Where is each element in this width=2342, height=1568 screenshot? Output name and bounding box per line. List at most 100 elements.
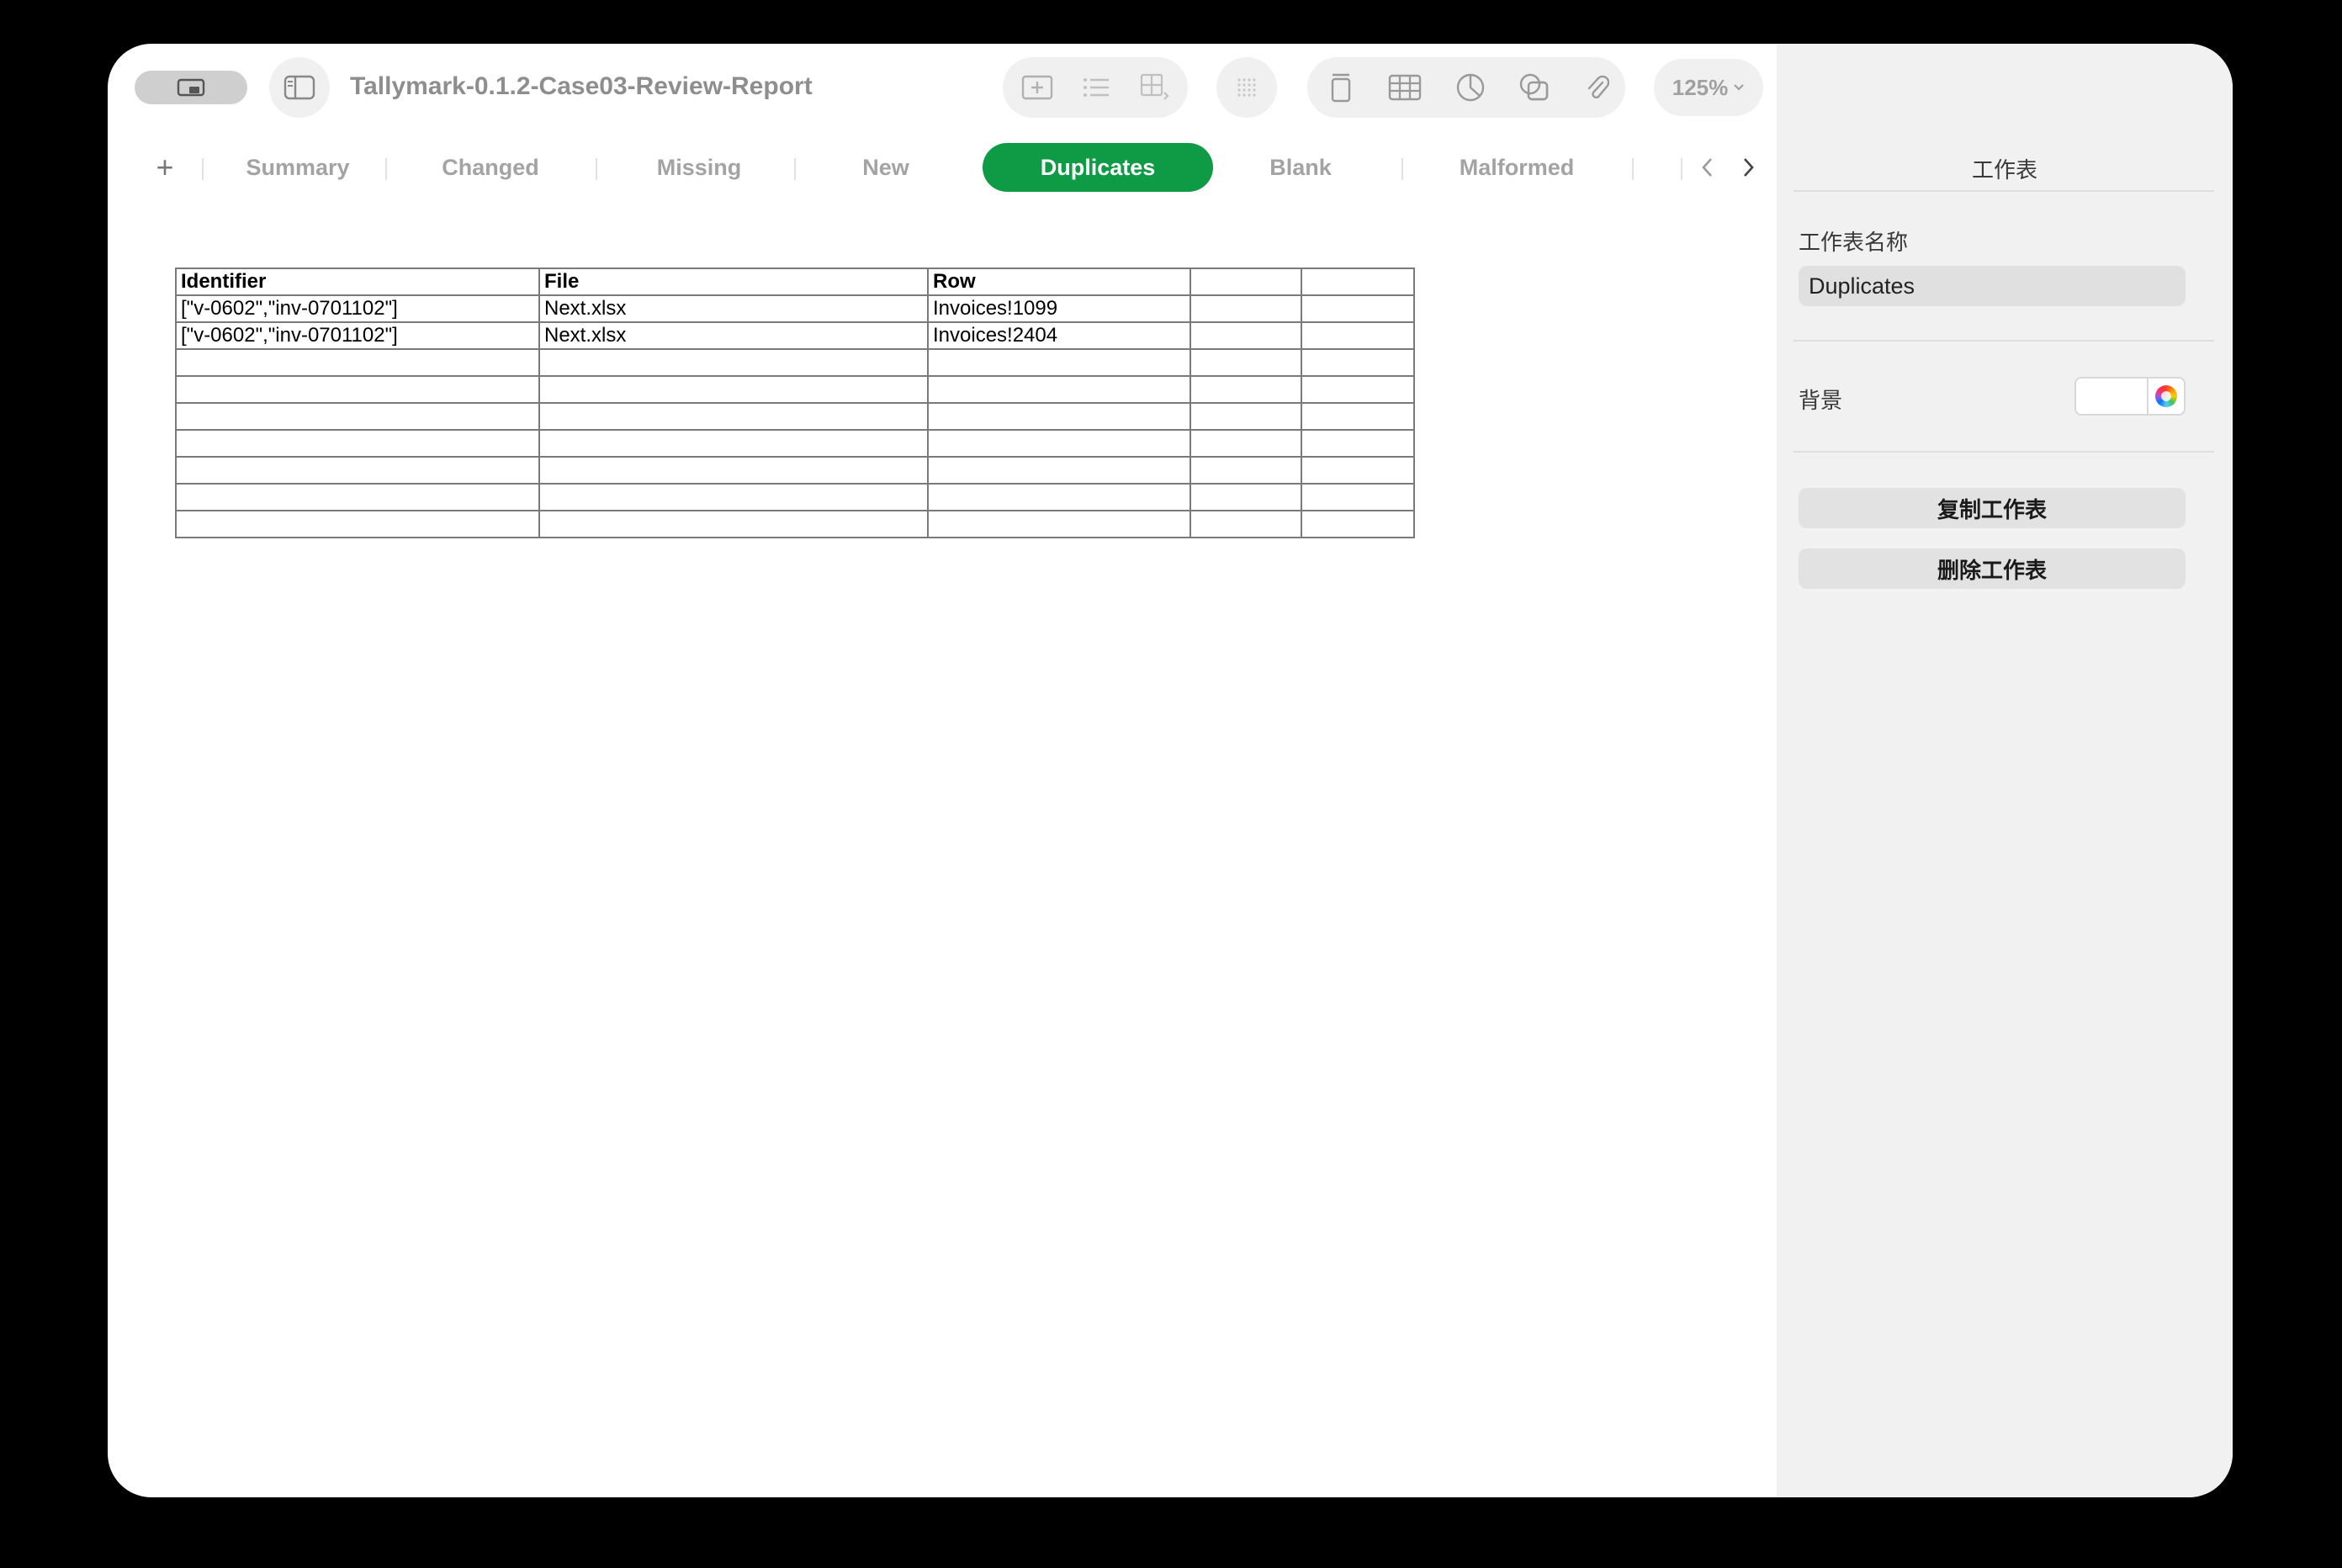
table-cell[interactable]	[175, 483, 540, 511]
table-cell[interactable]	[1190, 429, 1302, 458]
tab-divider	[596, 158, 597, 180]
table-row[interactable]: ["v-0602","inv-0701102"] Next.xlsx Invoice…	[175, 294, 1415, 323]
table-header-cell[interactable]	[1190, 268, 1302, 296]
table-cell[interactable]	[1190, 456, 1302, 485]
insert-icon	[1021, 75, 1053, 100]
table-cell[interactable]	[1190, 375, 1302, 404]
tab-changed[interactable]: Changed	[402, 143, 579, 192]
table-cell[interactable]	[1190, 321, 1302, 350]
table-row[interactable]: ["v-0602","inv-0701102"] Next.xlsx Invoice…	[175, 321, 1415, 350]
table-cell[interactable]	[1301, 294, 1415, 323]
table-cell[interactable]	[538, 510, 929, 538]
table-cell[interactable]: ["v-0602","inv-0701102"]	[175, 321, 540, 350]
insert-button[interactable]	[1015, 66, 1060, 109]
table-row[interactable]	[175, 402, 1415, 431]
background-label: 背景	[1799, 388, 1843, 413]
table-row[interactable]	[175, 510, 1415, 538]
table-cell[interactable]	[927, 483, 1191, 511]
table-cell[interactable]	[927, 402, 1191, 431]
chevron-left-icon	[1702, 158, 1712, 177]
table-cell[interactable]	[1301, 402, 1415, 431]
table-cell[interactable]: Next.xlsx	[538, 321, 929, 350]
table-cell[interactable]	[538, 375, 929, 404]
tab-new[interactable]: New	[806, 143, 966, 192]
table-cell[interactable]	[1190, 294, 1302, 323]
duplicate-sheet-button[interactable]: 复制工作表	[1799, 488, 2186, 528]
background-color-well[interactable]	[2074, 377, 2186, 416]
table-cell[interactable]	[175, 510, 540, 538]
table-cell[interactable]: Invoices!1099	[927, 294, 1191, 323]
table-row[interactable]	[175, 483, 1415, 511]
delete-sheet-button[interactable]: 删除工作表	[1799, 548, 2186, 589]
tab-scroll-right-button[interactable]	[1731, 143, 1765, 192]
zoom-menu[interactable]: 125%	[1654, 59, 1763, 116]
table-header-cell[interactable]: Identifier	[175, 268, 540, 296]
attachment-button[interactable]	[1571, 66, 1622, 109]
list-button[interactable]	[1073, 66, 1119, 109]
tab-blank[interactable]: Blank	[1227, 143, 1375, 192]
table-cell[interactable]	[1301, 429, 1415, 458]
table-cell[interactable]	[175, 402, 540, 431]
table-header-row[interactable]: Identifier File Row	[175, 268, 1415, 296]
sheet-table[interactable]: Identifier File Row ["v-0602","inv-0701102"…	[175, 268, 1415, 538]
tab-missing[interactable]: Missing	[612, 143, 786, 192]
table-cell[interactable]	[175, 456, 540, 485]
divider	[1794, 451, 2214, 453]
table-cell[interactable]	[175, 375, 540, 404]
text-box-button[interactable]	[1316, 66, 1366, 109]
grid-button[interactable]	[1216, 57, 1277, 118]
table-cell[interactable]: Next.xlsx	[538, 294, 929, 323]
table-cell[interactable]	[1190, 402, 1302, 431]
table-cell[interactable]	[538, 429, 929, 458]
table-cell[interactable]	[175, 348, 540, 377]
table-cell[interactable]	[1301, 510, 1415, 538]
view-menu-button[interactable]	[135, 71, 247, 104]
table-cell[interactable]	[538, 456, 929, 485]
shape-button[interactable]	[1509, 66, 1560, 109]
table-cell[interactable]	[538, 402, 929, 431]
tab-duplicates[interactable]: Duplicates	[983, 143, 1213, 192]
table-cell[interactable]	[927, 510, 1191, 538]
table-row[interactable]	[175, 348, 1415, 377]
sheet-name-field[interactable]: Duplicates	[1799, 266, 2186, 306]
tab-divider	[1401, 158, 1403, 180]
table-cell[interactable]	[927, 429, 1191, 458]
table-cell[interactable]	[1301, 321, 1415, 350]
table-button[interactable]	[1380, 66, 1430, 109]
tab-scroll-left-button[interactable]	[1691, 143, 1725, 192]
table-cell[interactable]: Invoices!2404	[927, 321, 1191, 350]
table-row[interactable]	[175, 429, 1415, 458]
add-sheet-button[interactable]: +	[150, 143, 180, 192]
table-cell[interactable]	[927, 456, 1191, 485]
table-cell[interactable]	[1190, 510, 1302, 538]
app-window: Tallymark-0.1.2-Case03-Review-Report 125…	[108, 44, 2233, 1497]
table-header-cell[interactable]: File	[538, 268, 929, 296]
table-cell[interactable]	[538, 483, 929, 511]
table-cell[interactable]	[927, 375, 1191, 404]
tab-malformed[interactable]: Malformed	[1418, 143, 1615, 192]
table-cell[interactable]	[1301, 456, 1415, 485]
table-header-cell[interactable]: Row	[927, 268, 1191, 296]
chart-button[interactable]	[1445, 66, 1496, 109]
table-cell[interactable]	[1190, 483, 1302, 511]
table-cell[interactable]	[1301, 348, 1415, 377]
table-cell[interactable]	[175, 429, 540, 458]
table-cell[interactable]	[927, 348, 1191, 377]
table-cell[interactable]	[1190, 348, 1302, 377]
inspector-tab-title[interactable]: 工作表	[1777, 153, 2233, 184]
table-cell[interactable]: ["v-0602","inv-0701102"]	[175, 294, 540, 323]
table-row[interactable]	[175, 375, 1415, 404]
table-cell[interactable]	[1301, 375, 1415, 404]
table-header-cell[interactable]	[1301, 268, 1415, 296]
shape-icon	[1519, 73, 1549, 101]
sidebar-toggle-button[interactable]	[269, 57, 330, 118]
tab-summary[interactable]: Summary	[225, 143, 370, 192]
table-row[interactable]	[175, 456, 1415, 485]
inspector-panel: 工作表 工作表名称 Duplicates 背景 复制工作表 删除工作表	[1777, 44, 2233, 1497]
table-cell[interactable]	[1301, 483, 1415, 511]
color-picker-button[interactable]	[2147, 379, 2184, 414]
table-options-button[interactable]	[1132, 66, 1178, 109]
document-title[interactable]: Tallymark-0.1.2-Case03-Review-Report	[350, 72, 813, 101]
table-cell[interactable]	[538, 348, 929, 377]
sidebar-icon	[283, 75, 315, 100]
